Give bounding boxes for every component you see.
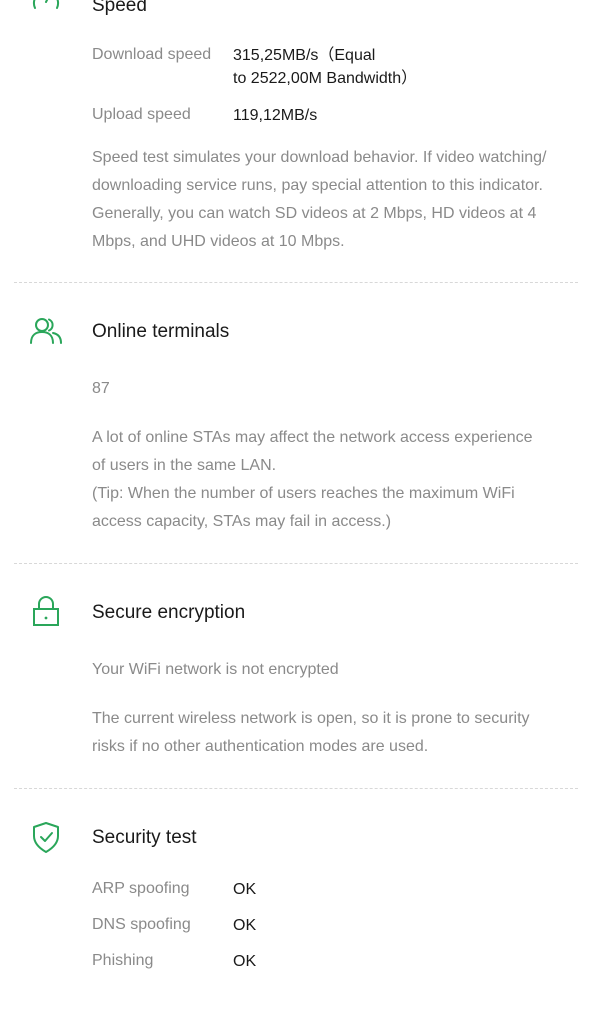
section-divider [14, 788, 578, 789]
speed-section: Speed Download speed 315,25MB/s（Equal to… [0, 0, 592, 282]
online-terminals-title: Online terminals [92, 321, 230, 342]
download-speed-value-line2: to 2522,00M Bandwidth） [233, 70, 418, 87]
download-speed-value: 315,25MB/s（Equal to 2522,00M Bandwidth） [233, 44, 417, 90]
online-terminals-section: Online terminals 87 A lot of online STAs… [0, 300, 592, 562]
phishing-label: Phishing [92, 952, 154, 969]
speed-description-line: Mbps, and UHD videos at 10 Mbps. [92, 233, 345, 250]
secure-encryption-description-line: The current wireless network is open, so… [92, 710, 530, 727]
arp-spoofing-value: OK [233, 881, 257, 898]
speed-title: Speed [92, 0, 147, 16]
security-test-title: Security test [92, 827, 197, 848]
speed-description-line: Speed test simulates your download behav… [92, 149, 547, 166]
section-divider [14, 563, 578, 564]
users-icon [30, 318, 62, 344]
speed-description-line: Generally, you can watch SD videos at 2 … [92, 205, 537, 222]
secure-encryption-section: Secure encryption Your WiFi network is n… [0, 580, 592, 786]
shield-check-icon [33, 822, 59, 853]
section-divider [14, 282, 578, 283]
dns-spoofing-value: OK [233, 917, 257, 934]
upload-speed-value: 119,12MB/s [233, 107, 318, 124]
lock-icon [33, 596, 59, 626]
arp-spoofing-label: ARP spoofing [92, 880, 190, 897]
speedometer-icon [33, 0, 59, 9]
upload-speed-label: Upload speed [92, 106, 191, 123]
secure-encryption-description-line: risks if no other authentication modes a… [92, 738, 429, 755]
online-terminals-count: 87 [92, 380, 110, 397]
encryption-status: Your WiFi network is not encrypted [92, 661, 339, 678]
speed-description-line: downloading service runs, pay special at… [92, 177, 543, 194]
online-terminals-description-line: of users in the same LAN. [92, 457, 277, 474]
security-test-section: Security test ARP spoofing OK DNS spoofi… [0, 805, 592, 1024]
online-terminals-description-line: access capacity, STAs may fail in access… [92, 513, 392, 530]
online-terminals-description-line: A lot of online STAs may affect the netw… [92, 429, 533, 446]
secure-encryption-description: The current wireless network is open, so… [92, 705, 572, 761]
download-speed-value-line1: 315,25MB/s（Equal [233, 47, 376, 64]
speed-description: Speed test simulates your download behav… [92, 144, 572, 256]
secure-encryption-title: Secure encryption [92, 602, 246, 623]
online-terminals-description: A lot of online STAs may affect the netw… [92, 424, 572, 536]
online-terminals-description-line: (Tip: When the number of users reaches t… [92, 485, 515, 502]
download-speed-label: Download speed [92, 46, 212, 63]
phishing-value: OK [233, 953, 257, 970]
dns-spoofing-label: DNS spoofing [92, 916, 191, 933]
